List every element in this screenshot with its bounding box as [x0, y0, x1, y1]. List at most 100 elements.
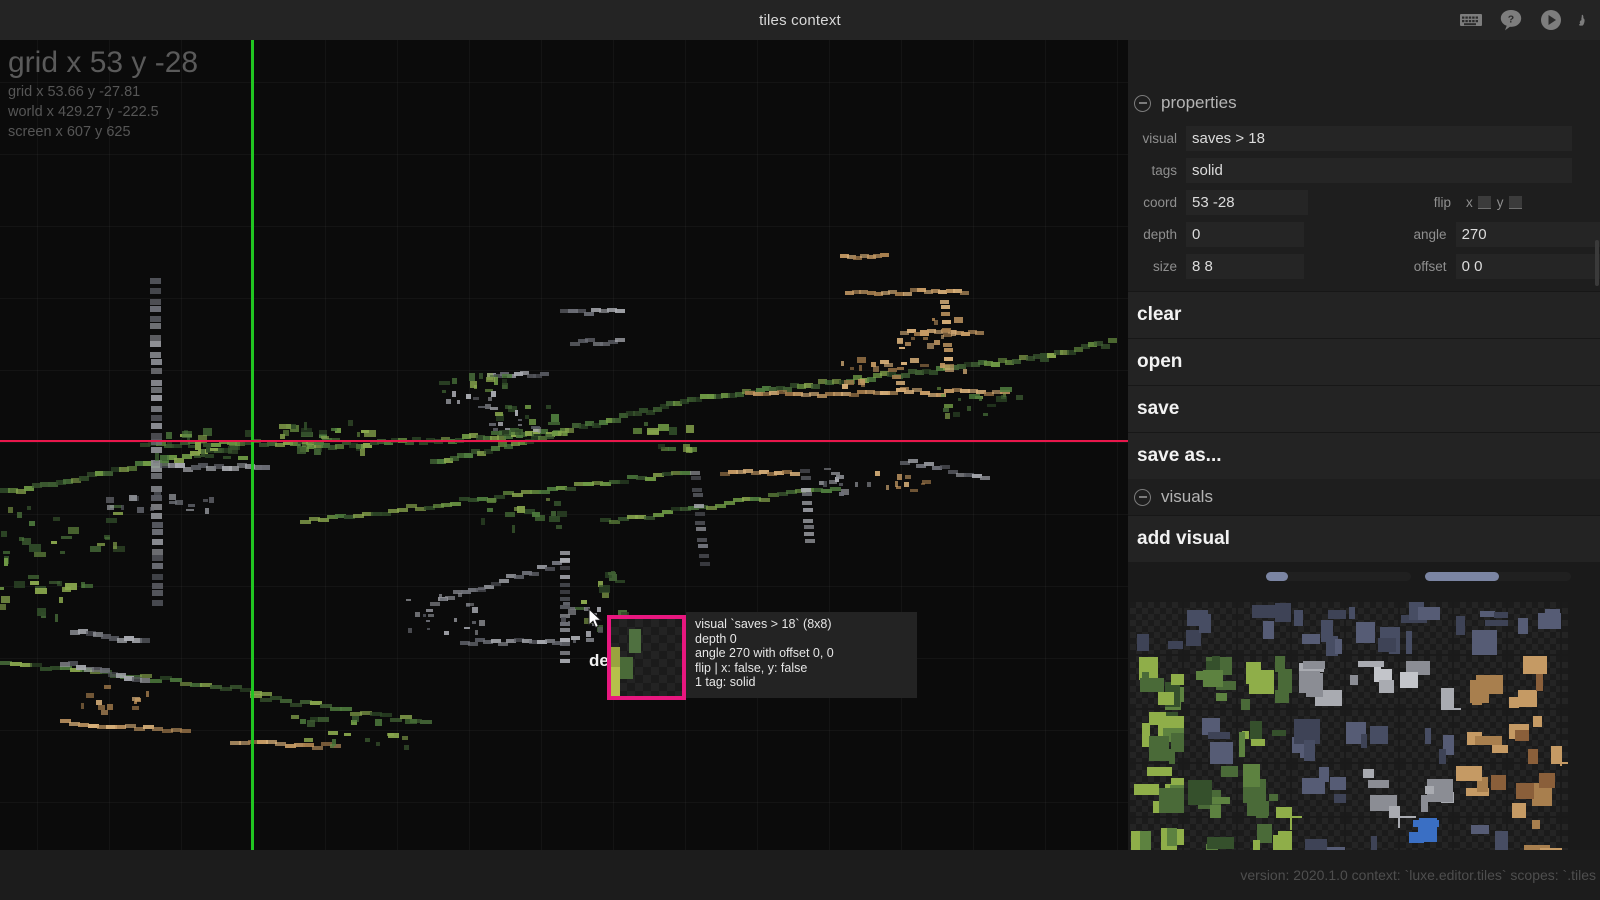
palette-tile[interactable]: [1292, 710, 1344, 762]
tile-pixel: [1528, 749, 1538, 765]
tile-pixel: [1251, 739, 1265, 746]
palette-tile[interactable]: [1130, 656, 1198, 718]
save-button[interactable]: save: [1128, 385, 1600, 432]
palette-tile[interactable]: [1130, 764, 1198, 816]
palette-tile[interactable]: [1184, 710, 1236, 767]
svg-text:?: ?: [1508, 14, 1514, 26]
palette-tile[interactable]: [1292, 764, 1354, 816]
palette-tile[interactable]: [1238, 764, 1302, 830]
visual-field[interactable]: saves > 18: [1186, 126, 1572, 151]
panel-scrollbar[interactable]: [1594, 40, 1600, 850]
palette-tile[interactable]: [1184, 656, 1236, 708]
tile-pixel: [1239, 732, 1245, 757]
flip-y-checkbox[interactable]: [1508, 196, 1522, 209]
coord-field[interactable]: 53 -28: [1186, 190, 1308, 215]
slider-thumb[interactable]: [1425, 571, 1499, 581]
palette-tile[interactable]: [1346, 602, 1411, 654]
palette-tile[interactable]: [1454, 818, 1516, 850]
palette-tile[interactable]: [1184, 602, 1236, 654]
palette-tile[interactable]: [1292, 656, 1344, 708]
palette-tile[interactable]: [1130, 602, 1183, 654]
add-visual-button[interactable]: add visual: [1128, 515, 1600, 562]
visuals-section-header[interactable]: visuals: [1128, 479, 1600, 515]
keyboard-icon[interactable]: [1458, 7, 1484, 33]
tile-pixel: [1379, 680, 1394, 693]
properties-body: visual saves > 18 tags solid coord 53 -2…: [1128, 121, 1600, 291]
palette-tile[interactable]: [1454, 710, 1517, 762]
angle-field[interactable]: 270: [1455, 222, 1600, 247]
palette-tile[interactable]: [1346, 710, 1398, 762]
palette-tile[interactable]: [1454, 764, 1506, 816]
tile-pixel: [1371, 836, 1377, 850]
palette-tile[interactable]: [1292, 818, 1345, 850]
palette-tile[interactable]: [1454, 602, 1516, 655]
palette-tile[interactable]: [1346, 818, 1398, 850]
tile-pixel: [1518, 690, 1537, 707]
palette-tile[interactable]: [1508, 656, 1560, 708]
palette-row: [1130, 656, 1568, 718]
palette-tile[interactable]: [1562, 656, 1568, 708]
palette-tile[interactable]: [1400, 764, 1466, 816]
flip-x-checkbox[interactable]: [1477, 196, 1491, 209]
properties-section-header[interactable]: properties: [1128, 85, 1600, 121]
palette-tile[interactable]: [1292, 602, 1350, 659]
palette-tile[interactable]: [1562, 710, 1568, 762]
tile-pixel: [1294, 610, 1303, 626]
palette-tile[interactable]: [1562, 602, 1568, 654]
tile-pixel: [1140, 678, 1164, 692]
palette-tile[interactable]: [1508, 818, 1564, 850]
palette-tile[interactable]: [1400, 710, 1468, 764]
property-row-coord-flip: coord 53 -28 flip x y: [1128, 189, 1600, 216]
palette-tile[interactable]: [1184, 818, 1236, 850]
tile-palette[interactable]: [1130, 602, 1568, 850]
tile-pixel: [1263, 621, 1274, 639]
help-icon[interactable]: ?: [1498, 7, 1524, 33]
open-button[interactable]: open: [1128, 338, 1600, 385]
palette-zoom-slider[interactable]: [1266, 571, 1411, 581]
palette-tile[interactable]: [1508, 710, 1568, 766]
offset-field[interactable]: 0 0: [1455, 254, 1600, 279]
palette-tile[interactable]: [1238, 656, 1302, 714]
depth-field[interactable]: 0: [1186, 222, 1304, 247]
palette-tile[interactable]: [1562, 818, 1568, 850]
slider-thumb[interactable]: [1266, 571, 1288, 581]
tile-pixel: [1187, 610, 1208, 626]
palette-tile[interactable]: [1454, 656, 1506, 708]
swatch-pixel: [620, 657, 633, 679]
flip-y-group[interactable]: y: [1491, 195, 1522, 210]
tile-pixel: [1168, 641, 1183, 649]
palette-tile[interactable]: [1238, 710, 1290, 762]
save-as-button[interactable]: save as...: [1128, 432, 1600, 479]
palette-tile[interactable]: [1508, 764, 1560, 821]
tile-pixel: [1275, 656, 1285, 672]
play-icon[interactable]: [1538, 7, 1564, 33]
palette-tile[interactable]: [1400, 818, 1452, 850]
palette-tile[interactable]: [1346, 764, 1416, 828]
palette-tile[interactable]: [1184, 764, 1245, 827]
palette-tile[interactable]: [1130, 710, 1187, 767]
palette-tile[interactable]: [1238, 602, 1291, 654]
flip-x-group[interactable]: x: [1460, 195, 1491, 210]
scrollbar-thumb[interactable]: [1595, 240, 1599, 286]
palette-tile[interactable]: [1562, 764, 1568, 816]
palette-tile[interactable]: [1238, 818, 1305, 850]
tags-field[interactable]: solid: [1186, 158, 1572, 183]
palette-tile[interactable]: [1346, 656, 1398, 708]
tile-pixel: [1406, 631, 1412, 654]
collapse-icon[interactable]: [1134, 488, 1151, 506]
window-title: tiles context: [759, 11, 841, 29]
palette-scale-slider[interactable]: [1425, 571, 1571, 581]
luxe-logo-icon[interactable]: [1578, 7, 1592, 33]
collapse-icon[interactable]: [1134, 94, 1151, 112]
palette-tile[interactable]: [1508, 602, 1561, 654]
tile-pixel: [1216, 693, 1227, 701]
swatch-pixel: [611, 667, 620, 696]
map-canvas[interactable]: [0, 40, 1128, 850]
tile-pixel: [1158, 692, 1174, 705]
palette-tile[interactable]: [1130, 818, 1189, 850]
panel-top-spacer: [1128, 40, 1600, 85]
clear-button[interactable]: clear: [1128, 291, 1600, 338]
palette-tile[interactable]: [1400, 602, 1452, 654]
size-field[interactable]: 8 8: [1186, 254, 1304, 279]
palette-tile[interactable]: [1400, 656, 1461, 710]
